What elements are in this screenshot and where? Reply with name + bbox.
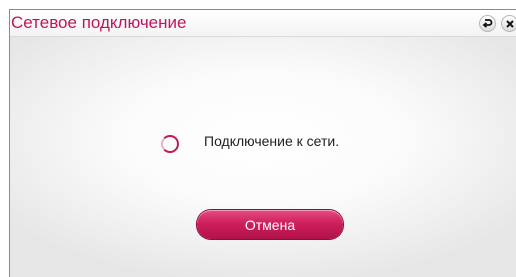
loading-spinner-icon xyxy=(161,135,179,153)
back-icon xyxy=(482,19,493,28)
close-button[interactable] xyxy=(501,15,516,32)
close-icon xyxy=(505,19,514,28)
connection-status: Подключение к сети. xyxy=(161,133,421,157)
back-button[interactable] xyxy=(479,15,496,32)
status-text: Подключение к сети. xyxy=(204,133,340,149)
cancel-button[interactable]: Отмена xyxy=(197,210,343,239)
dialog-titlebar: Сетевое подключение xyxy=(10,10,516,37)
network-connection-dialog: Сетевое подключение Подключение к сети. … xyxy=(9,9,516,277)
dialog-title: Сетевое подключение xyxy=(11,13,187,32)
